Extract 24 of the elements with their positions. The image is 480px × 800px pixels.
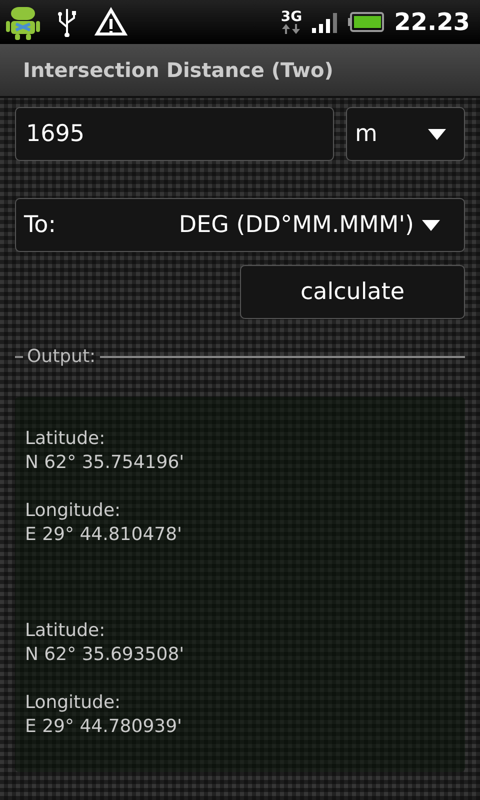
latitude-value: N 62° 35.754196' [25, 451, 184, 475]
warning-icon [94, 7, 128, 37]
dropdown-arrow-icon [428, 128, 446, 140]
battery-icon [348, 12, 384, 32]
distance-field[interactable]: 1695 [15, 107, 334, 161]
unit-dropdown[interactable]: m [346, 107, 465, 161]
longitude-label: Longitude: [25, 499, 121, 523]
latitude-label: Latitude: [25, 619, 106, 643]
longitude-value: E 29° 44.780939' [25, 715, 182, 739]
usb-icon [56, 7, 78, 37]
clock: 22.23 [394, 8, 470, 36]
data-arrows-icon [282, 24, 300, 34]
latitude-value: N 62° 35.693508' [25, 643, 184, 667]
dropdown-arrow-icon [422, 220, 440, 230]
signal-icon [312, 11, 338, 33]
window-title: Intersection Distance (Two) [23, 58, 334, 82]
format-dropdown[interactable]: To: DEG (DD°MM.MMM') [15, 198, 465, 252]
output-label: Output: [27, 346, 96, 367]
longitude-label: Longitude: [25, 691, 121, 715]
longitude-value: E 29° 44.810478' [25, 523, 182, 547]
latitude-label: Latitude: [25, 427, 106, 451]
android-robot-icon [6, 4, 40, 40]
network-type: 3G [280, 10, 302, 24]
calculate-button[interactable]: calculate [240, 265, 465, 319]
